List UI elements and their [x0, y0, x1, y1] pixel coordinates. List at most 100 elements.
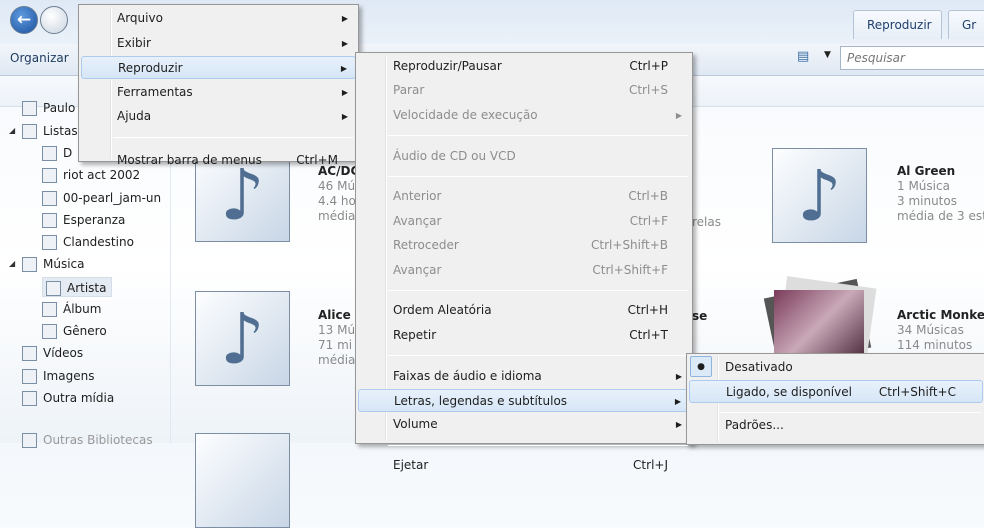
menu-separator	[388, 444, 688, 446]
shortcut-label: Ctrl+M	[296, 152, 338, 167]
sidebar-item-outra-midia[interactable]: Outra mídia	[22, 388, 114, 408]
menu-item-label: Ligado, se disponível	[726, 385, 852, 400]
menu-item-reproduzir[interactable]: Reproduzir ▶	[81, 56, 356, 79]
menu-item-avancar[interactable]: Avançar Ctrl+Shift+F	[358, 259, 690, 282]
artist-duration: 71 mi	[318, 338, 353, 352]
search-input[interactable]: Pesquisar	[840, 46, 984, 70]
menu-item-anterior[interactable]: Anterior Ctrl+B	[358, 185, 690, 208]
sidebar-item-album[interactable]: Álbum	[42, 299, 101, 319]
shortcut-label: Ctrl+S	[628, 83, 668, 98]
menu-item-velocidade-de-execucao[interactable]: Velocidade de execução ▶	[358, 104, 690, 127]
menu-item-repetir[interactable]: Repetir Ctrl+T	[358, 324, 690, 347]
menu-item-audio-de-cd-ou-vcd[interactable]: Áudio de CD ou VCD	[358, 145, 690, 168]
expand-triangle-icon[interactable]: ◢	[9, 126, 15, 135]
sidebar-item-label: Música	[43, 257, 85, 271]
artist-name: Arctic Monkeys	[897, 308, 984, 322]
genre-icon	[42, 324, 57, 339]
menu-item-arquivo[interactable]: Arquivo ▶	[81, 7, 356, 30]
partial-text: se	[692, 309, 708, 323]
back-arrow-icon: ←	[16, 10, 32, 30]
organize-button[interactable]: Organizar	[10, 51, 69, 65]
menu-item-ejetar[interactable]: Ejetar Ctrl+J	[358, 454, 690, 477]
menu-item-retroceder[interactable]: Retroceder Ctrl+Shift+B	[358, 234, 690, 257]
menu-item-label: Ejetar	[393, 458, 429, 473]
album-art-music-note-icon[interactable]: ♪	[772, 148, 867, 243]
submenu-arrow-icon: ▶	[675, 420, 682, 430]
tab-reproduzir[interactable]: Reproduzir	[853, 10, 942, 39]
menu-item-faixas-de-audio-e-idioma[interactable]: Faixas de áudio e idioma ▶	[358, 365, 690, 388]
playlist-icon	[22, 124, 37, 139]
other-media-icon	[22, 391, 37, 406]
menu-separator	[720, 411, 981, 413]
view-options-icon[interactable]: ▤	[797, 49, 817, 67]
menu-item-padroes[interactable]: Padrões...	[689, 414, 983, 437]
menu-item-label: Desativado	[725, 360, 793, 374]
lyrics-submenu: Desativado ● Ligado, se disponível Ctrl+Shi…	[686, 353, 984, 445]
album-art-stack[interactable]	[762, 276, 882, 368]
shortcut-label: Ctrl+H	[627, 303, 668, 318]
back-button[interactable]: ←	[10, 6, 38, 34]
sidebar-item-label: Paulo	[43, 101, 76, 115]
sidebar-item-outras-bibliotecas[interactable]: Outras Bibliotecas	[22, 430, 153, 450]
playlist-icon	[42, 235, 57, 250]
sidebar-item-clandestino[interactable]: Clandestino	[42, 232, 134, 252]
submenu-arrow-icon: ▶	[341, 38, 348, 48]
menu-item-ordem-aleatoria[interactable]: Ordem Aleatória Ctrl+H	[358, 299, 690, 322]
menu-item-avancar[interactable]: Avançar Ctrl+F	[358, 210, 690, 233]
sidebar-item-paulo[interactable]: Paulo	[22, 98, 75, 118]
sidebar-item-label: Outras Bibliotecas	[43, 433, 153, 447]
menu-item-label: Ordem Aleatória	[393, 303, 492, 318]
sidebar-item-videos[interactable]: Vídeos	[22, 343, 83, 363]
image-icon	[22, 369, 37, 384]
sidebar-item-label: Listas	[43, 124, 78, 138]
sidebar-item-00-pearl-jam-un[interactable]: 00-pearl_jam-un	[42, 188, 161, 208]
sidebar-item-musica[interactable]: Música	[22, 254, 85, 274]
artist-name: Alice i	[318, 308, 355, 322]
forward-button[interactable]	[40, 6, 68, 34]
sidebar-item-esperanza[interactable]: Esperanza	[42, 210, 125, 230]
menu-separator	[388, 290, 688, 291]
sidebar-item-listas[interactable]: Listas	[22, 121, 78, 141]
shortcut-label: Ctrl+Shift+F	[592, 262, 668, 277]
artist-duration: 114 minutos	[897, 338, 973, 352]
menu-item-ajuda[interactable]: Ajuda ▶	[81, 105, 356, 128]
album-art-music-note-icon[interactable]: ♪	[195, 291, 290, 386]
menu-item-reproduzir-pausar[interactable]: Reproduzir/Pausar Ctrl+P	[358, 55, 690, 78]
sidebar-item-label: Vídeos	[43, 346, 84, 360]
menu-separator	[388, 135, 688, 137]
sidebar-item-label: Gênero	[63, 324, 107, 338]
menu-item-ferramentas[interactable]: Ferramentas ▶	[81, 81, 356, 104]
artist-rating: média	[318, 353, 355, 367]
music-icon	[22, 257, 37, 272]
menu-item-label: Repetir	[393, 327, 437, 342]
menu-item-volume[interactable]: Volume ▶	[358, 413, 690, 436]
menu-item-label: Avançar	[393, 262, 442, 277]
library-icon	[22, 101, 37, 116]
menu-item-mostrar-barra-de-menus[interactable]: Mostrar barra de menus Ctrl+M	[81, 149, 356, 172]
menu-separator	[388, 176, 688, 177]
menu-item-desativado[interactable]: Desativado ●	[689, 356, 983, 379]
sidebar-item-artista[interactable]: Artista	[42, 277, 112, 297]
artist-song-count: 46 Mú	[318, 179, 355, 193]
tab-gravar[interactable]: Gr	[948, 10, 984, 39]
chevron-down-icon[interactable]: ▼	[824, 50, 831, 60]
menu-item-label: Reproduzir	[118, 61, 183, 75]
expand-triangle-icon[interactable]: ◢	[9, 259, 15, 268]
artist-info[interactable]: Alice i 13 Mú 71 mi média	[318, 308, 355, 368]
artist-info[interactable]: AC/DC 46 Mú 4.4 ho média	[318, 164, 355, 224]
menu-item-ligado-se-disponivel[interactable]: Ligado, se disponível Ctrl+Shift+C	[689, 380, 983, 404]
album-art-music-note-icon[interactable]	[195, 433, 290, 528]
playlist-icon	[42, 168, 57, 183]
artist-info[interactable]: Arctic Monkeys 34 Músicas 114 minutos	[897, 308, 984, 353]
sidebar-item-imagens[interactable]: Imagens	[22, 366, 94, 386]
sidebar-item-d[interactable]: D	[42, 143, 72, 163]
submenu-arrow-icon: ▶	[674, 397, 681, 406]
menu-item-parar[interactable]: Parar Ctrl+S	[358, 79, 690, 102]
shortcut-label: Ctrl+J	[633, 458, 668, 473]
menu-item-letras-legendas-e-subtitulos[interactable]: Letras, legendas e subtítulos ▶	[358, 389, 690, 412]
menu-item-label: Letras, legendas e subtítulos	[394, 394, 568, 408]
artist-info[interactable]: Al Green 1 Música 3 minutos média de 3 e…	[897, 164, 984, 224]
submenu-arrow-icon: ▶	[675, 371, 682, 381]
sidebar-item-genero[interactable]: Gênero	[42, 321, 107, 341]
menu-item-exibir[interactable]: Exibir ▶	[81, 32, 356, 55]
